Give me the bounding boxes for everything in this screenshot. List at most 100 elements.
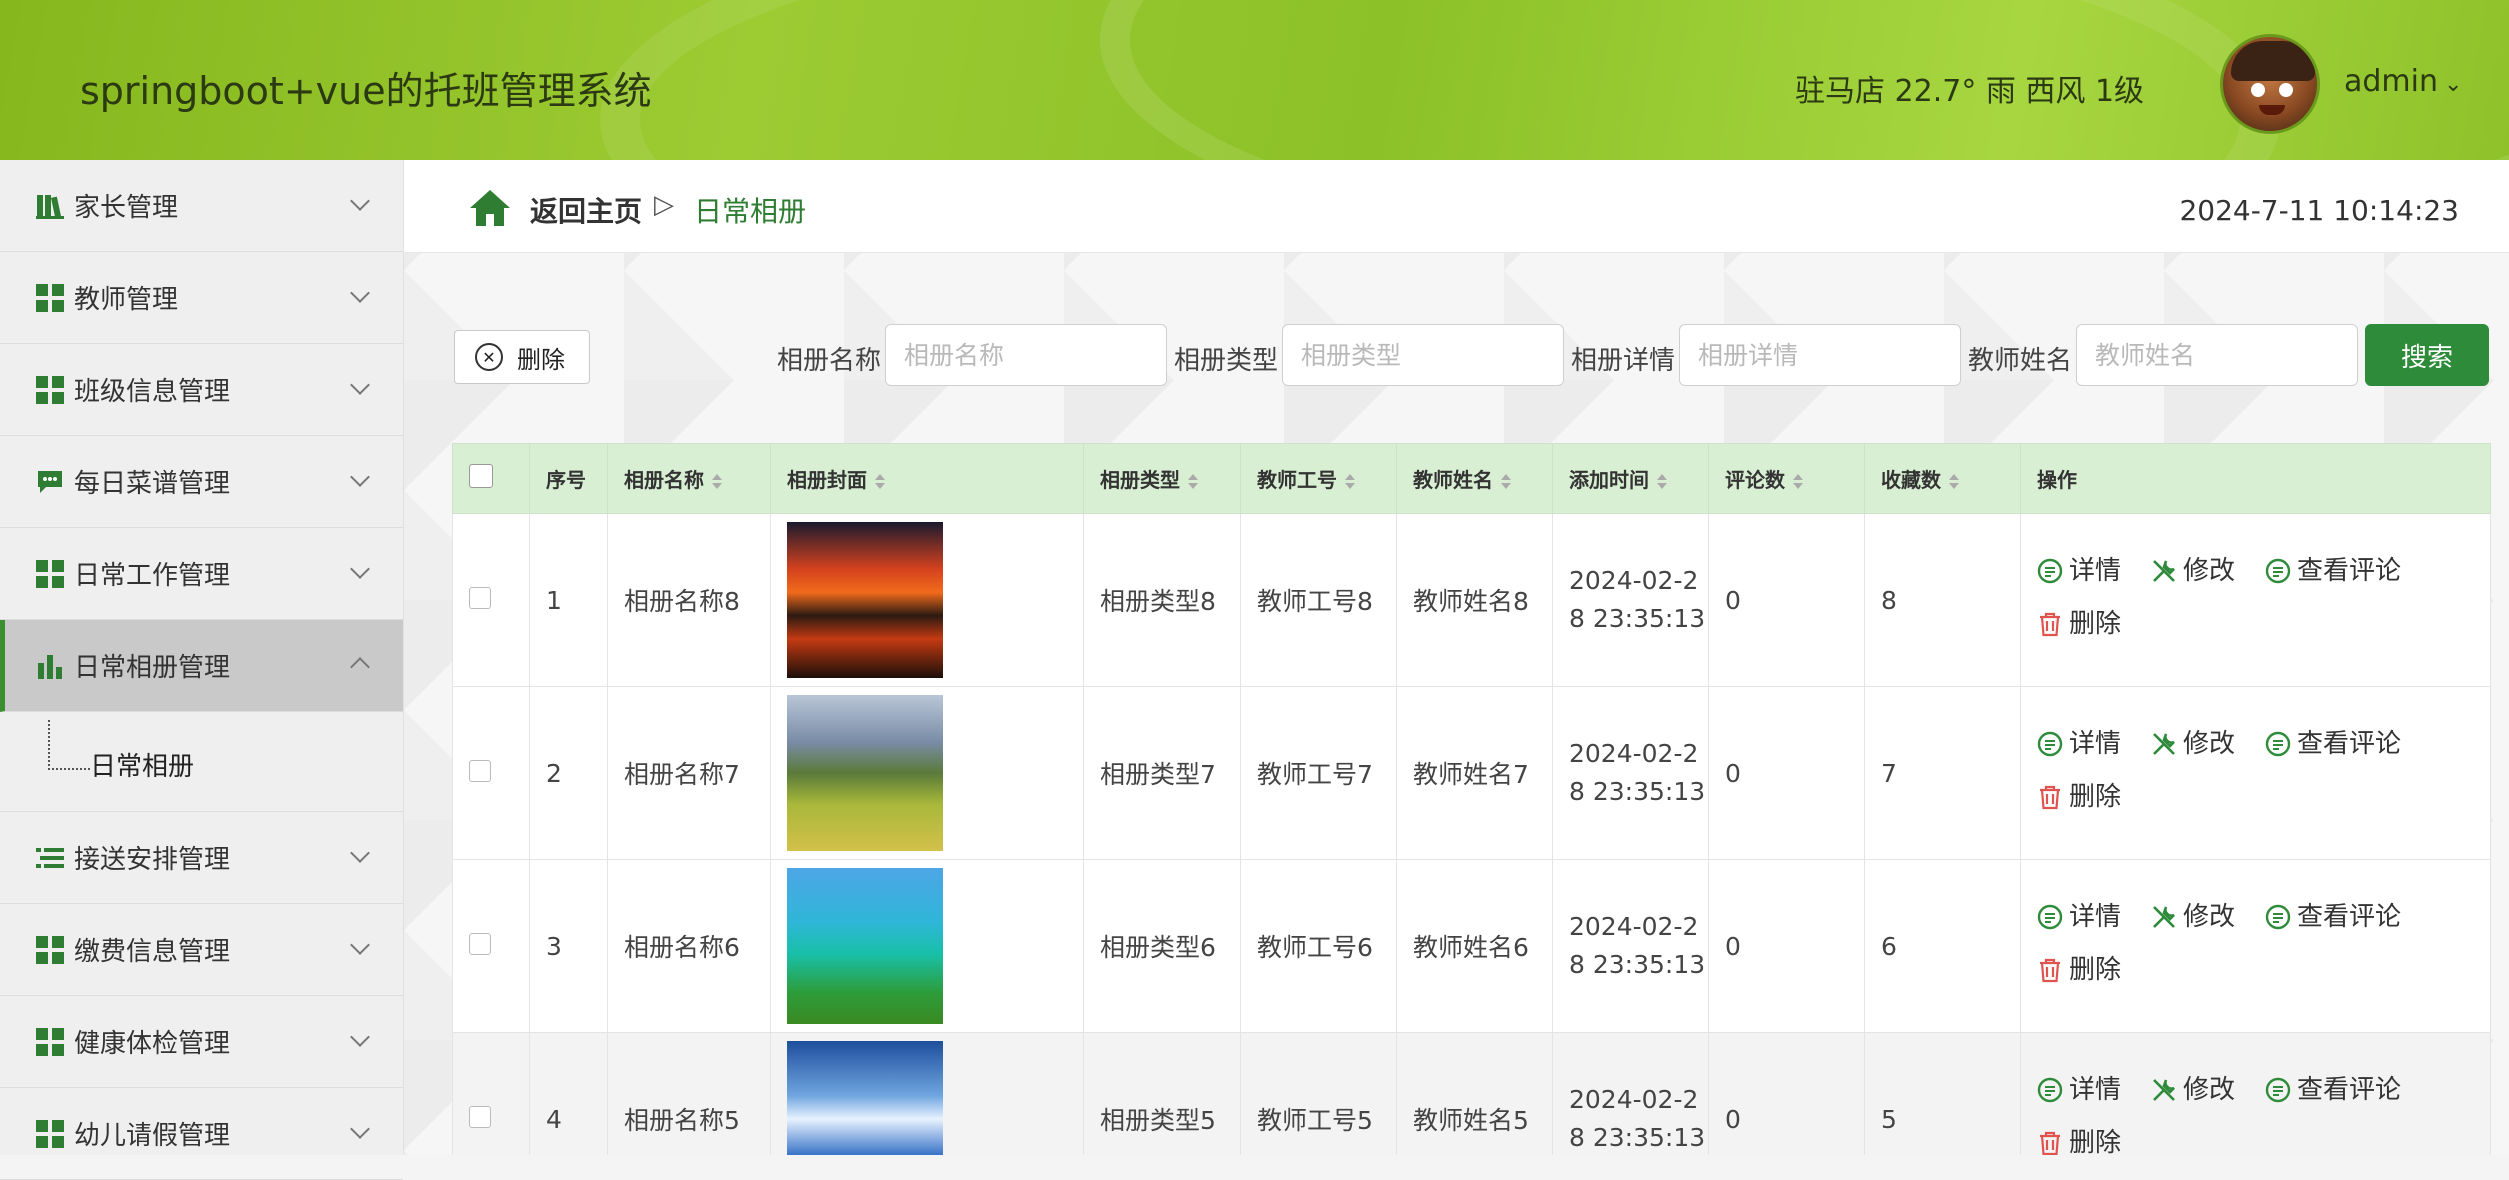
column-header[interactable]: 相册封面 (770, 443, 1084, 514)
cell-actions: 详情 修改 查看评论 删除 (2020, 859, 2491, 1033)
avatar-eye (2279, 83, 2293, 97)
tree-line (48, 720, 90, 770)
sort-icon[interactable] (1949, 474, 1959, 489)
grid-icon (36, 559, 64, 588)
comment-icon (2265, 904, 2291, 930)
sidebar-item-label: 教师管理 (74, 285, 179, 315)
edit-button[interactable]: 修改 (2151, 720, 2235, 768)
select-all-checkbox[interactable] (469, 464, 493, 488)
sidebar-item-label: 日常相册管理 (74, 653, 231, 683)
view-comments-button[interactable]: 查看评论 (2265, 1066, 2401, 1114)
row-checkbox[interactable] (469, 1105, 491, 1128)
search-button[interactable]: 搜索 (2365, 324, 2489, 386)
row-checkbox[interactable] (469, 586, 491, 609)
search-input-album-detail[interactable] (1679, 324, 1961, 386)
sort-icon[interactable] (1793, 474, 1803, 489)
sidebar-item-menu[interactable]: 每日菜谱管理 (0, 436, 403, 528)
avatar[interactable] (2220, 34, 2320, 134)
sort-icon[interactable] (712, 474, 722, 489)
home-icon[interactable] (468, 188, 512, 228)
edit-label: 修改 (2182, 556, 2235, 586)
select-all-cell[interactable] (452, 443, 530, 514)
sidebar-item-pickup[interactable]: 接送安排管理 (0, 812, 403, 904)
breadcrumb-current: 日常相册 (694, 195, 807, 228)
batch-delete-button[interactable]: ✕ 删除 (454, 330, 590, 384)
delete-button[interactable]: 删除 (2037, 600, 2121, 648)
table-row: 2 相册名称7 相册类型7 教师工号7 教师姓名7 2024-02-28 23:… (452, 686, 2491, 860)
album-cover-image[interactable] (787, 1041, 943, 1155)
delete-button[interactable]: 删除 (2037, 946, 2121, 994)
search-input-teacher-name[interactable] (2076, 324, 2358, 386)
row-select-cell[interactable] (452, 859, 530, 1033)
view-comments-button[interactable]: 查看评论 (2265, 893, 2401, 941)
chevron-down-icon (350, 283, 370, 303)
cell-comment-count: 0 (1708, 859, 1865, 1033)
column-header[interactable]: 收藏数 (1864, 443, 2021, 514)
breadcrumb-home-link[interactable]: 返回主页 (530, 190, 642, 230)
album-cover-image[interactable] (787, 522, 943, 678)
sidebar-item-parents[interactable]: 家长管理 (0, 160, 403, 252)
sort-icon[interactable] (1657, 474, 1667, 489)
row-checkbox[interactable] (469, 932, 491, 955)
grid-icon (36, 1027, 64, 1056)
view-comments-button[interactable]: 查看评论 (2265, 547, 2401, 595)
edit-button[interactable]: 修改 (2151, 893, 2235, 941)
cell-teacher-name: 教师姓名6 (1396, 859, 1553, 1033)
delete-label: 删除 (2069, 955, 2122, 985)
cell-add-time: 2024-02-28 23:35:13 (1552, 1032, 1709, 1155)
sort-icon[interactable] (1188, 474, 1198, 489)
column-header[interactable]: 相册名称 (607, 443, 771, 514)
table-row: 1 相册名称8 相册类型8 教师工号8 教师姓名8 2024-02-28 23:… (452, 513, 2491, 687)
breadcrumb-separator: ▷ (654, 190, 674, 220)
detail-button[interactable]: 详情 (2037, 1066, 2121, 1114)
cell-album-name: 相册名称8 (607, 513, 771, 687)
cell-favorite-count: 7 (1864, 686, 2021, 860)
sidebar-item-classes[interactable]: 班级信息管理 (0, 344, 403, 436)
search-input-album-type[interactable] (1282, 324, 1564, 386)
column-header[interactable]: 教师工号 (1240, 443, 1397, 514)
detail-button[interactable]: 详情 (2037, 547, 2121, 595)
table-row: 3 相册名称6 相册类型6 教师工号6 教师姓名6 2024-02-28 23:… (452, 859, 2491, 1033)
chevron-down-icon (350, 843, 370, 863)
column-header[interactable]: 教师姓名 (1396, 443, 1553, 514)
row-checkbox[interactable] (469, 759, 491, 782)
sidebar-item-payment[interactable]: 缴费信息管理 (0, 904, 403, 996)
view-comments-button[interactable]: 查看评论 (2265, 720, 2401, 768)
detail-button[interactable]: 详情 (2037, 893, 2121, 941)
top-header: springboot+vue的托班管理系统 驻马店 22.7° 雨 西风 1级 … (0, 0, 2509, 160)
sidebar-item-teachers[interactable]: 教师管理 (0, 252, 403, 344)
column-header-label: 教师工号 (1257, 468, 1337, 492)
column-header[interactable]: 评论数 (1708, 443, 1865, 514)
cell-favorite-count: 6 (1864, 859, 2021, 1033)
edit-button[interactable]: 修改 (2151, 1066, 2235, 1114)
sidebar-item-leave[interactable]: 幼儿请假管理 (0, 1088, 403, 1180)
table-header-row: 序号 相册名称 相册封面 相册类型 教师工号 教师姓名 添加时间 评论数 收藏数… (452, 443, 2491, 514)
album-cover-image[interactable] (787, 695, 943, 851)
username-label: admin (2344, 64, 2438, 99)
search-input-album-name[interactable] (885, 324, 1167, 386)
delete-button[interactable]: 删除 (2037, 773, 2121, 821)
column-header[interactable]: 添加时间 (1552, 443, 1709, 514)
sidebar-item-label: 接送安排管理 (74, 845, 231, 875)
sidebar-item-daily-album[interactable]: 日常相册管理 (0, 620, 403, 712)
album-cover-image[interactable] (787, 868, 943, 1024)
detail-button[interactable]: 详情 (2037, 720, 2121, 768)
comment-icon (2265, 1077, 2291, 1103)
detail-label: 详情 (2069, 1075, 2122, 1105)
row-select-cell[interactable] (452, 513, 530, 687)
sort-icon[interactable] (1501, 474, 1511, 489)
row-select-cell[interactable] (452, 1032, 530, 1155)
grid-icon (36, 283, 64, 312)
delete-label: 删除 (2069, 782, 2122, 812)
edit-button[interactable]: 修改 (2151, 547, 2235, 595)
sidebar-item-health[interactable]: 健康体检管理 (0, 996, 403, 1088)
sidebar-item-daily-work[interactable]: 日常工作管理 (0, 528, 403, 620)
sort-icon[interactable] (1345, 474, 1355, 489)
delete-button[interactable]: 删除 (2037, 1119, 2121, 1155)
user-menu[interactable]: admin ⌄ (2344, 64, 2462, 99)
chevron-down-icon (350, 559, 370, 579)
column-header[interactable]: 相册类型 (1083, 443, 1241, 514)
row-select-cell[interactable] (452, 686, 530, 860)
sort-icon[interactable] (875, 474, 885, 489)
sidebar-subitem-daily-album[interactable]: 日常相册 (0, 712, 403, 812)
